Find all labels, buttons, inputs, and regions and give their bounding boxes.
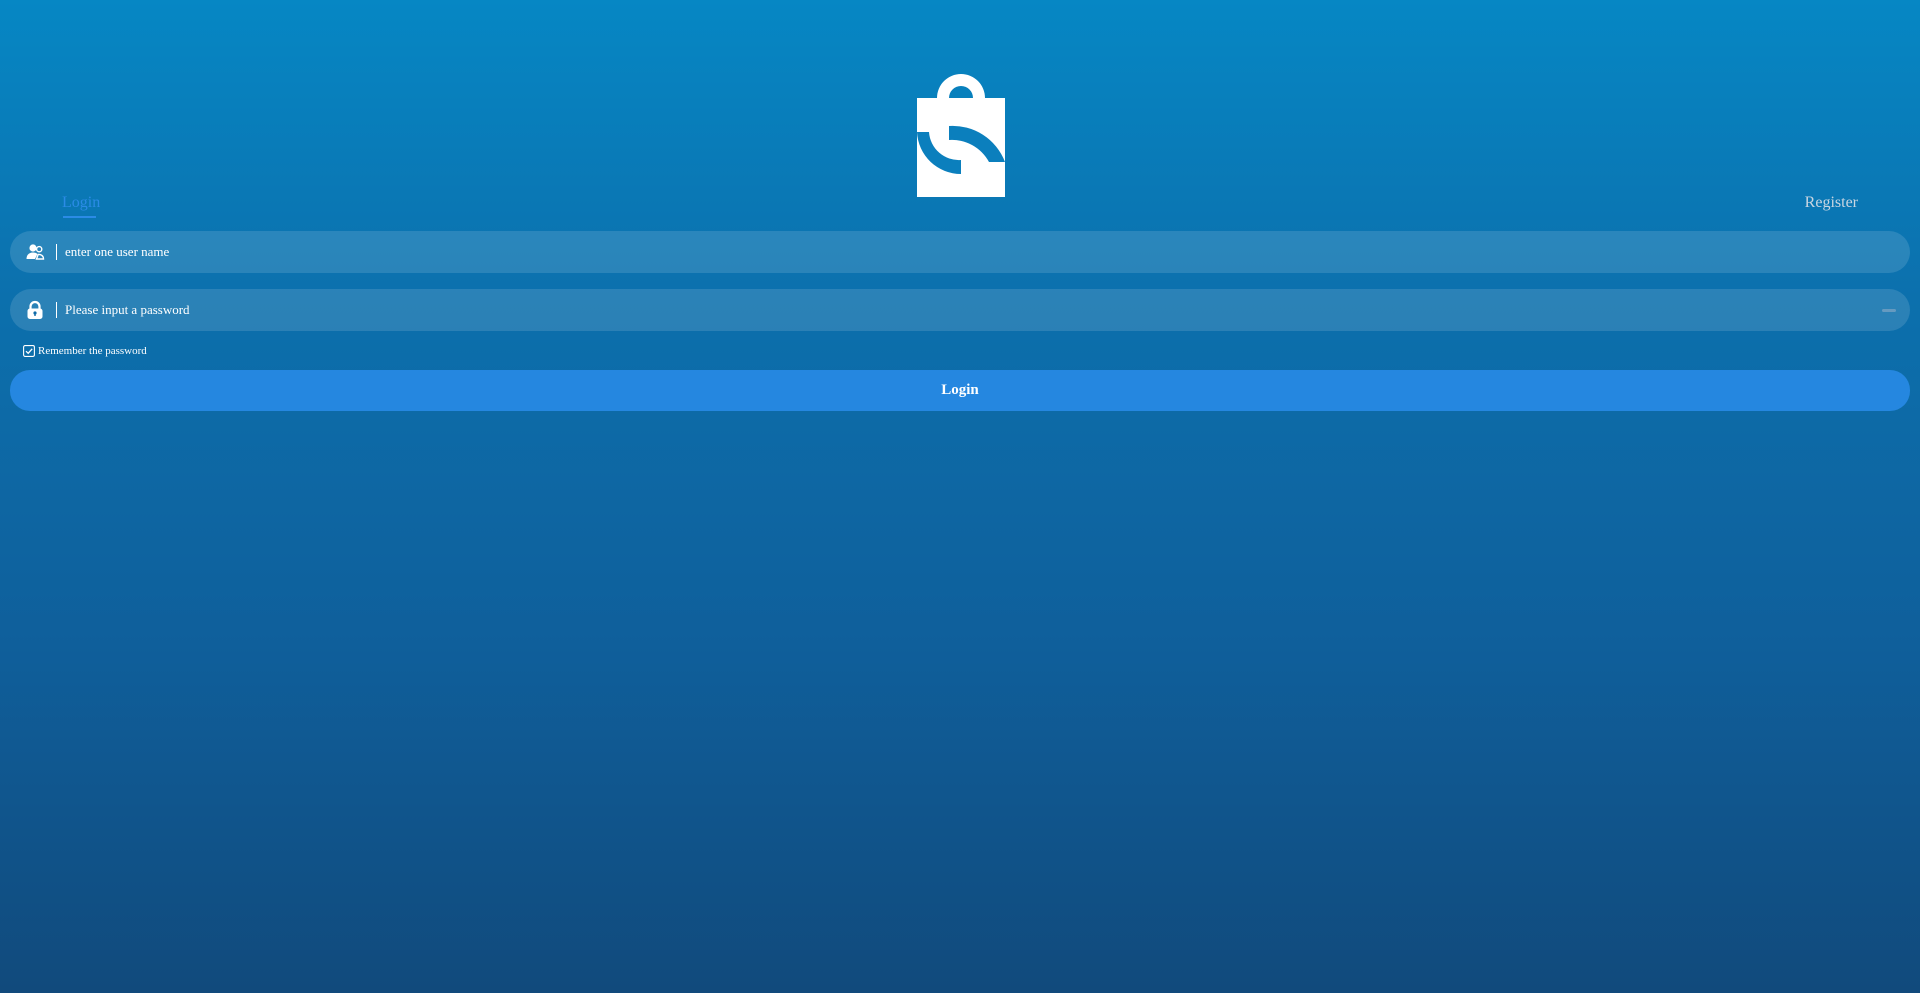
login-button[interactable]: Login [10, 370, 1910, 411]
auth-tabs: Login Register [0, 190, 1920, 226]
field-divider [56, 244, 57, 260]
remember-password-option[interactable]: Remember the password [23, 344, 147, 358]
checkbox-checked-icon[interactable] [23, 345, 35, 357]
eye-closed-icon[interactable] [1882, 309, 1896, 312]
tab-login[interactable]: Login [62, 194, 100, 212]
shopping-bag-logo [917, 74, 1005, 197]
password-input[interactable] [65, 289, 1865, 331]
tab-register[interactable]: Register [1805, 194, 1858, 212]
users-icon [26, 244, 45, 260]
username-input[interactable] [65, 231, 1865, 273]
password-field [10, 289, 1910, 331]
lock-icon [27, 300, 43, 319]
remember-password-label: Remember the password [38, 345, 147, 357]
active-tab-indicator [63, 216, 96, 218]
username-field [10, 231, 1910, 273]
field-divider [56, 302, 57, 318]
